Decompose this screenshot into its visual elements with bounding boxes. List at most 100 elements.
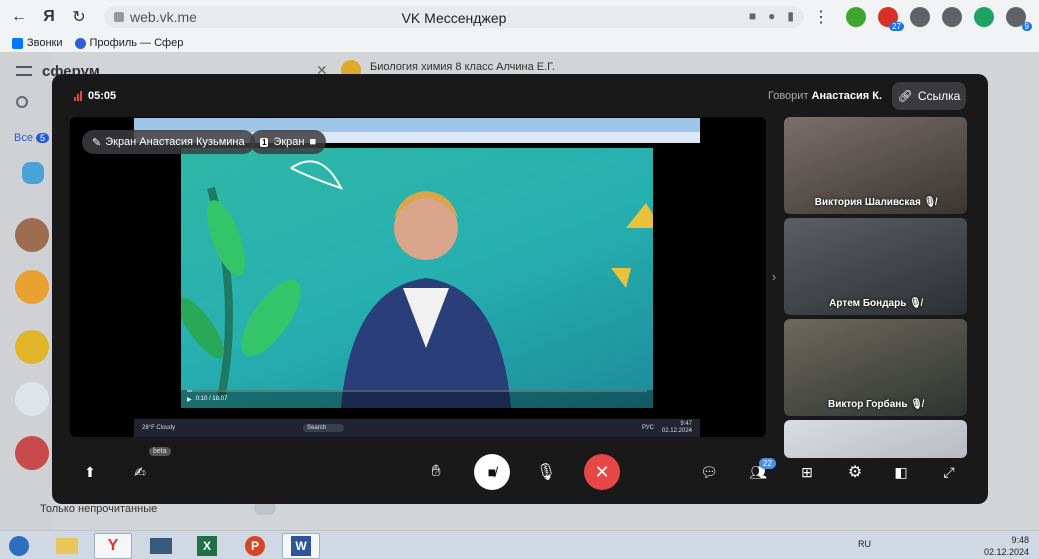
record-extension-icon[interactable]: 27 [878, 7, 904, 31]
fullscreen-icon: ⤢ [943, 463, 955, 480]
unread-only-label: Только непрочитанные [40, 503, 158, 515]
shared-clock: 9:47 02.12.2024 [662, 421, 692, 435]
chat-avatar[interactable] [15, 330, 49, 364]
shared-windows-taskbar: 28°F Cloudy Search РУС 9:47 02.12.2024 [134, 419, 700, 437]
powerpoint-icon: P [245, 536, 265, 556]
screen-chip-label: Экран [273, 136, 305, 148]
speaking-label: Говорит [768, 90, 809, 102]
bookmark-zvonki[interactable]: Звонки [12, 37, 63, 49]
back-button[interactable]: ← [4, 2, 34, 32]
screen-share-stage[interactable]: ✎ Экран Анастасия Кузьмина 1 Экран ■ ▶︎ … [70, 117, 766, 437]
windows-icon [9, 536, 29, 556]
participant-name: Артем Бондарь 🎙︎̸ [829, 298, 922, 309]
bookmark-icon[interactable]: ▮ [787, 9, 794, 23]
yandex-icon[interactable]: Я [34, 2, 64, 32]
sferum-icon [74, 37, 86, 49]
signal-icon [74, 91, 82, 101]
language-indicator[interactable]: RU [858, 539, 871, 549]
chat-avatar[interactable] [22, 162, 44, 184]
video-icon: ■ [309, 136, 317, 148]
yandex-browser-icon: Y [107, 537, 119, 554]
participant-tile[interactable]: Виктория Шаливская 🎙︎̸ [784, 117, 967, 214]
excel-icon: X [197, 536, 217, 556]
shared-time: 9:47 [680, 421, 692, 427]
reading-list-icon[interactable] [942, 7, 962, 27]
camera-permission-icon[interactable]: ■ [749, 9, 756, 23]
settings-button[interactable]: ⚙︎ [844, 462, 866, 482]
start-button[interactable] [4, 533, 34, 559]
speaker-name: Анастасия К. [811, 90, 882, 102]
end-call-button[interactable]: ✕ [584, 454, 620, 490]
chat-avatar[interactable] [15, 382, 49, 416]
video-time: 0:10 / 18:07 [195, 396, 228, 402]
shared-video: ▶︎ 0:10 / 18:07 [181, 148, 653, 408]
puzzle-icon[interactable] [910, 7, 930, 27]
speaking-indicator: Говорит Анастасия К. [768, 90, 882, 102]
whiteboard-button[interactable]: ✍︎ [128, 462, 152, 482]
chat-avatar[interactable] [15, 270, 49, 304]
call-window: 05:05 Говорит Анастасия К. 🔗︎ Ссылка ✎ Э… [52, 74, 988, 504]
microphone-icon: 🎙︎ [535, 464, 557, 481]
fullscreen-button[interactable]: ⤢ [938, 462, 960, 482]
address-bar[interactable]: web.vk.me VK Мессенджер ■ ● ▮ [104, 6, 804, 28]
grid-icon: ⊞ [801, 463, 813, 480]
smiley-extension-icon[interactable] [846, 7, 866, 27]
shared-lang: РУС [641, 425, 654, 431]
share-screen-button[interactable]: ⬆︎ [80, 462, 100, 482]
download-icon[interactable]: 9 [1006, 7, 1032, 31]
menu-icon[interactable] [16, 66, 32, 76]
filter-all[interactable]: Все 5 [14, 132, 49, 144]
gear-icon: ⚙︎ [847, 464, 863, 481]
whiteboard-icon: ✍︎ [134, 463, 146, 480]
taskbar-word[interactable]: W [282, 533, 320, 559]
pin-icon: ✎ [92, 136, 102, 149]
pip-icon: ◧ [894, 463, 908, 480]
chat-icon: 💬︎ [700, 463, 718, 480]
call-duration: 05:05 [88, 90, 117, 102]
bookmark-profile[interactable]: Профиль — Сфер [74, 37, 184, 49]
menu-dots-icon[interactable]: ⋮ [806, 2, 836, 32]
screen-owner-text: Экран Анастасия Кузьмина [105, 136, 245, 148]
participant-tile[interactable]: Артем Бондарь 🎙︎̸ [784, 218, 967, 315]
taskbar-explorer[interactable] [48, 533, 86, 559]
close-icon: ✕ [594, 461, 610, 482]
microphone-button[interactable]: 🎙︎ [528, 454, 564, 490]
reload-button[interactable]: ↻ [64, 2, 94, 32]
extension-badge: 9 [1021, 22, 1032, 31]
link-icon: 🔗︎ [897, 89, 913, 103]
chat-title: Биология химия 8 класс Алчина Е.Г. [370, 61, 555, 73]
picture-in-picture-button[interactable]: ◧ [890, 462, 912, 482]
screen-number: 1 [260, 137, 269, 147]
filter-all-label: Все [14, 132, 33, 144]
taskbar-yandex-browser[interactable]: Y [94, 533, 132, 559]
search-icon[interactable] [16, 96, 28, 108]
raise-hand-button[interactable]: ✋︎ [418, 454, 454, 490]
taskbar-media[interactable] [142, 533, 180, 559]
clock[interactable]: 9:48 02.12.2024 [984, 534, 1029, 558]
filter-count-badge: 5 [35, 133, 49, 143]
beta-badge: beta [149, 447, 171, 456]
play-extension-icon[interactable] [974, 7, 994, 27]
site-info-icon[interactable] [114, 12, 124, 22]
chevron-right-icon[interactable]: › [772, 270, 776, 284]
taskbar-excel[interactable]: X [188, 533, 226, 559]
chat-avatar[interactable] [15, 218, 49, 252]
media-icon [150, 538, 172, 554]
screen-owner-label[interactable]: ✎ Экран Анастасия Кузьмина [82, 130, 255, 154]
call-controls: ⬆︎ ✍︎ beta ✋︎ ■̸ 🎙︎ ✕ 💬︎ 👥︎ 22 ⊞ ⚙︎ ◧ ⤢ [52, 447, 988, 496]
word-icon: W [291, 536, 311, 556]
bookmarks-bar: Звонки Профиль — Сфер [0, 34, 1039, 52]
bookmark-label: Профиль — Сфер [89, 37, 184, 49]
taskbar-powerpoint[interactable]: P [236, 533, 274, 559]
chat-avatar[interactable] [15, 436, 49, 470]
clock-date: 02.12.2024 [983, 547, 1029, 557]
participant-tile[interactable]: Виктор Горбань 🎙︎̸ [784, 319, 967, 416]
screen-switch-chip[interactable]: 1 Экран ■ [250, 130, 327, 154]
participant-name: Виктория Шаливская 🎙︎̸ [814, 197, 937, 208]
chat-button[interactable]: 💬︎ [698, 462, 720, 482]
layout-grid-button[interactable]: ⊞ [796, 462, 818, 482]
link-button[interactable]: 🔗︎ Ссылка [892, 82, 966, 110]
participants-count-badge: 22 [759, 458, 776, 469]
mic-permission-icon[interactable]: ● [768, 9, 775, 23]
camera-off-button[interactable]: ■̸ [474, 454, 510, 490]
